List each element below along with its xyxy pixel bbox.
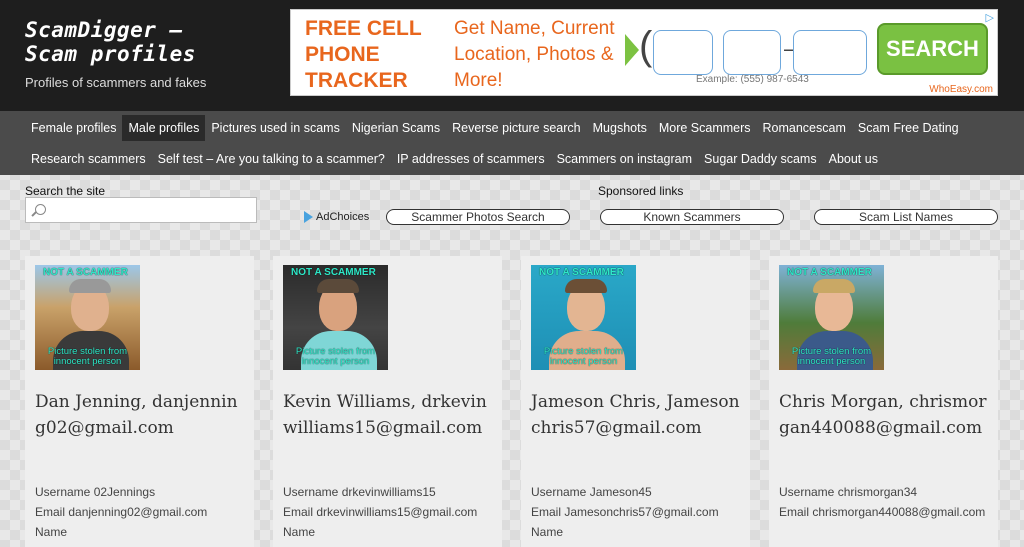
site-header: ScamDigger – Scam profiles Profiles of s… (0, 0, 1024, 111)
photo-hair (813, 279, 855, 293)
not-a-scammer-stamp: NOT A SCAMMER (787, 267, 872, 278)
profile-name: Jameson Chris, (531, 392, 662, 412)
stolen-picture-stamp: Picture stolen from innocent person (791, 346, 872, 367)
profile-email: Email Jamesonchris57@gmail.com (531, 505, 719, 519)
profile-card[interactable]: NOT A SCAMMER Picture stolen from innoce… (25, 256, 254, 547)
search-input[interactable] (25, 197, 257, 223)
search-icon (35, 204, 46, 215)
nav-item-romancescam[interactable]: Romancescam (757, 115, 852, 141)
site-tagline: Profiles of scammers and fakes (25, 75, 207, 90)
nav-item-about-us[interactable]: About us (823, 146, 884, 172)
not-a-scammer-stamp: NOT A SCAMMER (539, 267, 624, 278)
profile-username: Username chrismorgan34 (779, 485, 918, 499)
profile-title[interactable]: Jameson Chris, Jamesonchris57@gmail.com (531, 389, 743, 441)
ad-arrow-icon (625, 34, 639, 66)
stolen-picture-stamp: Picture stolen from innocent person (47, 346, 128, 367)
adchoices-label: AdChoices (316, 211, 370, 223)
nav-row-2: Research scammers Self test – Are you ta… (25, 146, 884, 172)
profile-name: Kevin Williams, (283, 392, 417, 412)
profile-photo[interactable]: NOT A SCAMMER Picture stolen from innoce… (779, 265, 884, 370)
profile-photo[interactable]: NOT A SCAMMER Picture stolen from innoce… (531, 265, 636, 370)
profile-name: Dan Jenning, (35, 392, 147, 412)
ad-example-text: Example: (555) 987-6543 (696, 74, 809, 85)
not-a-scammer-stamp: NOT A SCAMMER (43, 267, 128, 278)
nav-item-female-profiles[interactable]: Female profiles (25, 115, 122, 141)
profile-username: Username drkevinwilliams15 (283, 485, 436, 499)
ad-brand[interactable]: WhoEasy.com (929, 84, 993, 95)
sponsored-link-scammer-photos-search[interactable]: Scammer Photos Search (386, 209, 570, 225)
profile-name-label: Name (35, 525, 68, 539)
nav-item-research-scammers[interactable]: Research scammers (25, 146, 152, 172)
profile-meta: Username drkevinwilliams15 Email drkevin… (283, 482, 495, 542)
nav-item-more-scammers[interactable]: More Scammers (653, 115, 757, 141)
profile-meta: Username chrismorgan34 Email chrismorgan… (779, 482, 991, 522)
profile-username: Username Jameson45 (531, 485, 652, 499)
nav-item-reverse-picture-search[interactable]: Reverse picture search (446, 115, 587, 141)
profile-photo[interactable]: NOT A SCAMMER Picture stolen from innoce… (283, 265, 388, 370)
sponsored-link-known-scammers[interactable]: Known Scammers (600, 209, 784, 225)
profile-name: Chris Morgan, (779, 392, 904, 412)
profile-card[interactable]: NOT A SCAMMER Picture stolen from innoce… (521, 256, 750, 547)
profile-card[interactable]: NOT A SCAMMER Picture stolen from innoce… (273, 256, 502, 547)
profile-email: Email chrismorgan440088@gmail.com (779, 505, 986, 519)
phone-prefix-input[interactable] (723, 30, 781, 75)
ad-headline[interactable]: FREE CELL PHONE TRACKER (305, 16, 445, 94)
adchoices-link[interactable]: AdChoices (304, 211, 369, 223)
nav-item-mugshots[interactable]: Mugshots (587, 115, 653, 141)
search-label: Search the site (25, 184, 106, 198)
ad-copy[interactable]: Get Name, Current Location, Photos & Mor… (454, 16, 624, 94)
adchoices-icon (304, 211, 313, 223)
ad-banner[interactable]: FREE CELL PHONE TRACKER Get Name, Curren… (290, 9, 998, 96)
profile-email: Email drkevinwilliams15@gmail.com (283, 505, 478, 519)
nav-item-male-profiles[interactable]: Male profiles (122, 115, 206, 141)
stolen-picture-stamp: Picture stolen from innocent person (543, 346, 624, 367)
photo-hair (317, 279, 359, 293)
profile-email: Email danjenning02@gmail.com (35, 505, 208, 519)
ad-info-icon[interactable]: ▷ (986, 11, 994, 24)
phone-line-input[interactable] (793, 30, 867, 75)
main-nav: Female profiles Male profiles Pictures u… (0, 111, 1024, 175)
profile-meta: Username 02Jennings Email danjenning02@g… (35, 482, 247, 542)
nav-item-self-test[interactable]: Self test – Are you talking to a scammer… (152, 146, 391, 172)
profile-username: Username 02Jennings (35, 485, 156, 499)
profile-name-label: Name (283, 525, 316, 539)
ad-search-button[interactable]: SEARCH (877, 23, 988, 75)
nav-item-sugar-daddy-scams[interactable]: Sugar Daddy scams (698, 146, 823, 172)
profile-card[interactable]: NOT A SCAMMER Picture stolen from innoce… (769, 256, 998, 547)
not-a-scammer-stamp: NOT A SCAMMER (291, 267, 376, 278)
sponsored-link-scam-list-names[interactable]: Scam List Names (814, 209, 998, 225)
nav-item-scam-free-dating[interactable]: Scam Free Dating (852, 115, 965, 141)
photo-hair (565, 279, 607, 293)
phone-area-input[interactable] (653, 30, 713, 75)
stolen-picture-stamp: Picture stolen from innocent person (295, 346, 376, 367)
site-logo-title[interactable]: ScamDigger – Scam profiles (25, 18, 225, 66)
profile-title[interactable]: Chris Morgan, chrismorgan440088@gmail.co… (779, 389, 991, 441)
nav-item-pictures-used-in-scams[interactable]: Pictures used in scams (205, 115, 346, 141)
nav-item-scammers-on-instagram[interactable]: Scammers on instagram (551, 146, 698, 172)
profile-name-label: Name (531, 525, 564, 539)
profile-photo[interactable]: NOT A SCAMMER Picture stolen from innoce… (35, 265, 140, 370)
profile-meta: Username Jameson45 Email Jamesonchris57@… (531, 482, 743, 542)
ad-paren-icon: ( (639, 24, 653, 68)
nav-item-ip-addresses[interactable]: IP addresses of scammers (391, 146, 551, 172)
nav-row-1: Female profiles Male profiles Pictures u… (25, 115, 965, 141)
photo-hair (69, 279, 111, 293)
profile-title[interactable]: Dan Jenning, danjenning02@gmail.com (35, 389, 247, 441)
profile-title[interactable]: Kevin Williams, drkevinwilliams15@gmail.… (283, 389, 495, 441)
nav-item-nigerian-scams[interactable]: Nigerian Scams (346, 115, 446, 141)
sponsored-label: Sponsored links (598, 184, 684, 198)
